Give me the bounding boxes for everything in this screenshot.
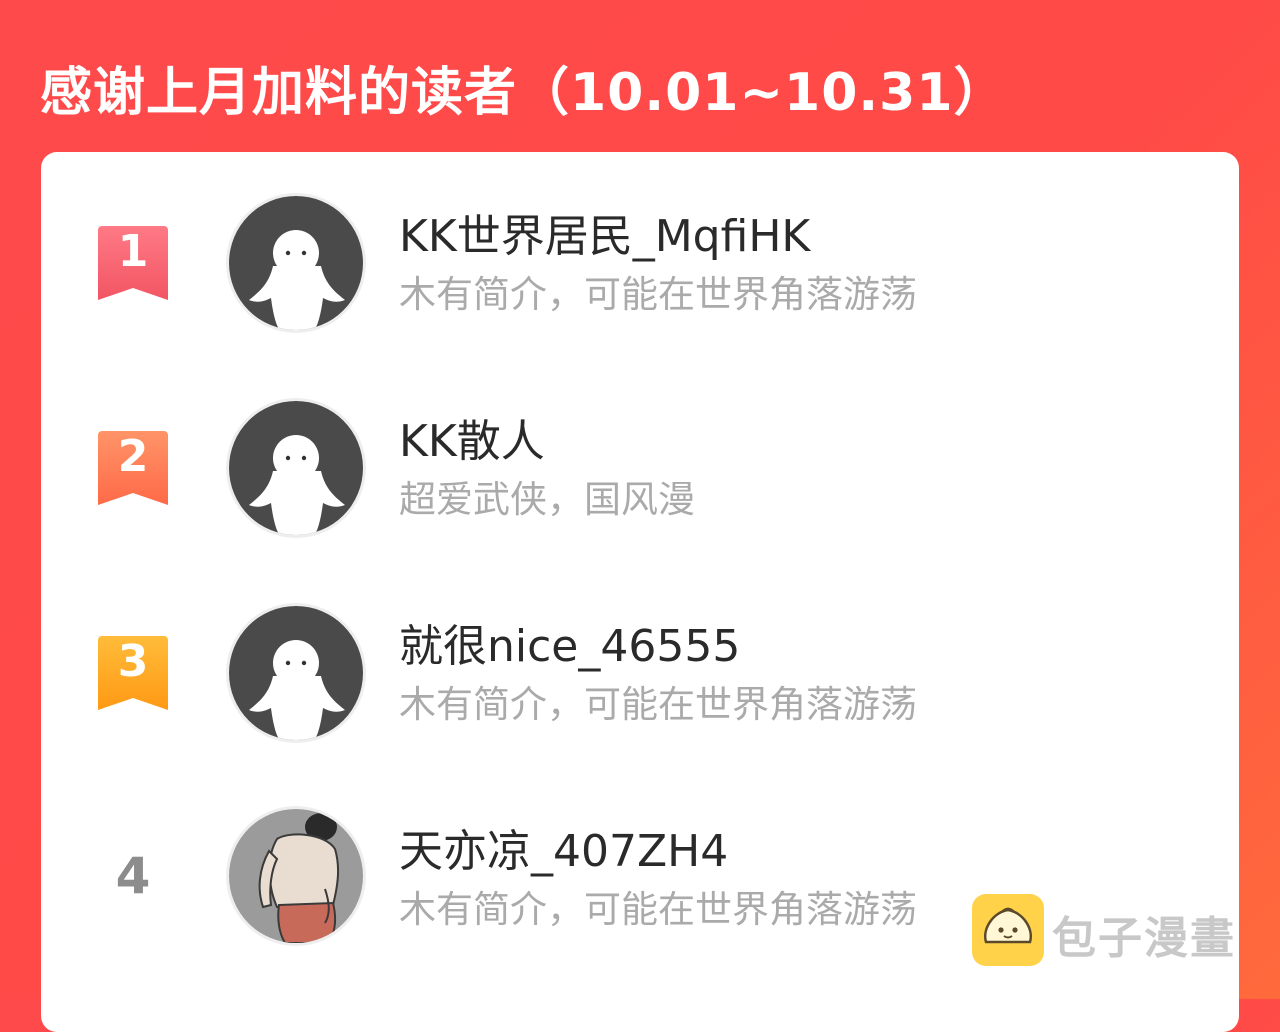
avatar[interactable]	[229, 401, 363, 535]
reader-bio: 木有简介，可能在世界角落游荡	[399, 888, 917, 931]
reader-name: 就很nice_46555	[399, 621, 741, 672]
rank-number: 3	[117, 636, 149, 687]
bun-logo-icon	[972, 894, 1044, 966]
reader-row-3[interactable]: 3 就很nice_46555 木有简介，可能在世界角落游荡	[41, 604, 1239, 744]
rank-number: 4	[115, 847, 151, 905]
reader-row-1[interactable]: 1 KK世界居民_MqfiHK 木有简介，可能在世界角落游荡	[41, 194, 1239, 334]
rank-ribbon-icon: 1	[98, 226, 168, 300]
default-ghost-avatar-icon	[229, 606, 363, 740]
default-ghost-avatar-icon	[229, 401, 363, 535]
reader-row-2[interactable]: 2 KK散人 超爱武侠，国风漫	[41, 399, 1239, 539]
page-title: 感谢上月加料的读者（10.01~10.31）	[40, 63, 1007, 123]
reader-bio: 木有简介，可能在世界角落游荡	[399, 273, 917, 316]
reader-bio: 木有简介，可能在世界角落游荡	[399, 683, 917, 726]
reader-name: KK世界居民_MqfiHK	[399, 211, 811, 262]
reader-bio: 超爱武侠，国风漫	[399, 478, 695, 521]
avatar[interactable]	[229, 809, 363, 943]
reader-name: 天亦凉_407ZH4	[399, 826, 729, 877]
watermark-text: 包子漫畫	[1052, 913, 1236, 964]
rank-number: 1	[117, 226, 149, 277]
rank-ribbon-icon: 2	[98, 431, 168, 505]
rank-number: 2	[117, 431, 149, 482]
reader-name: KK散人	[399, 416, 545, 467]
watermark: 包子漫畫	[972, 894, 1272, 966]
rank-ribbon-icon: 3	[98, 636, 168, 710]
default-ghost-avatar-icon	[229, 196, 363, 330]
avatar[interactable]	[229, 196, 363, 330]
illustrated-person-avatar-icon	[229, 809, 363, 943]
avatar[interactable]	[229, 606, 363, 740]
